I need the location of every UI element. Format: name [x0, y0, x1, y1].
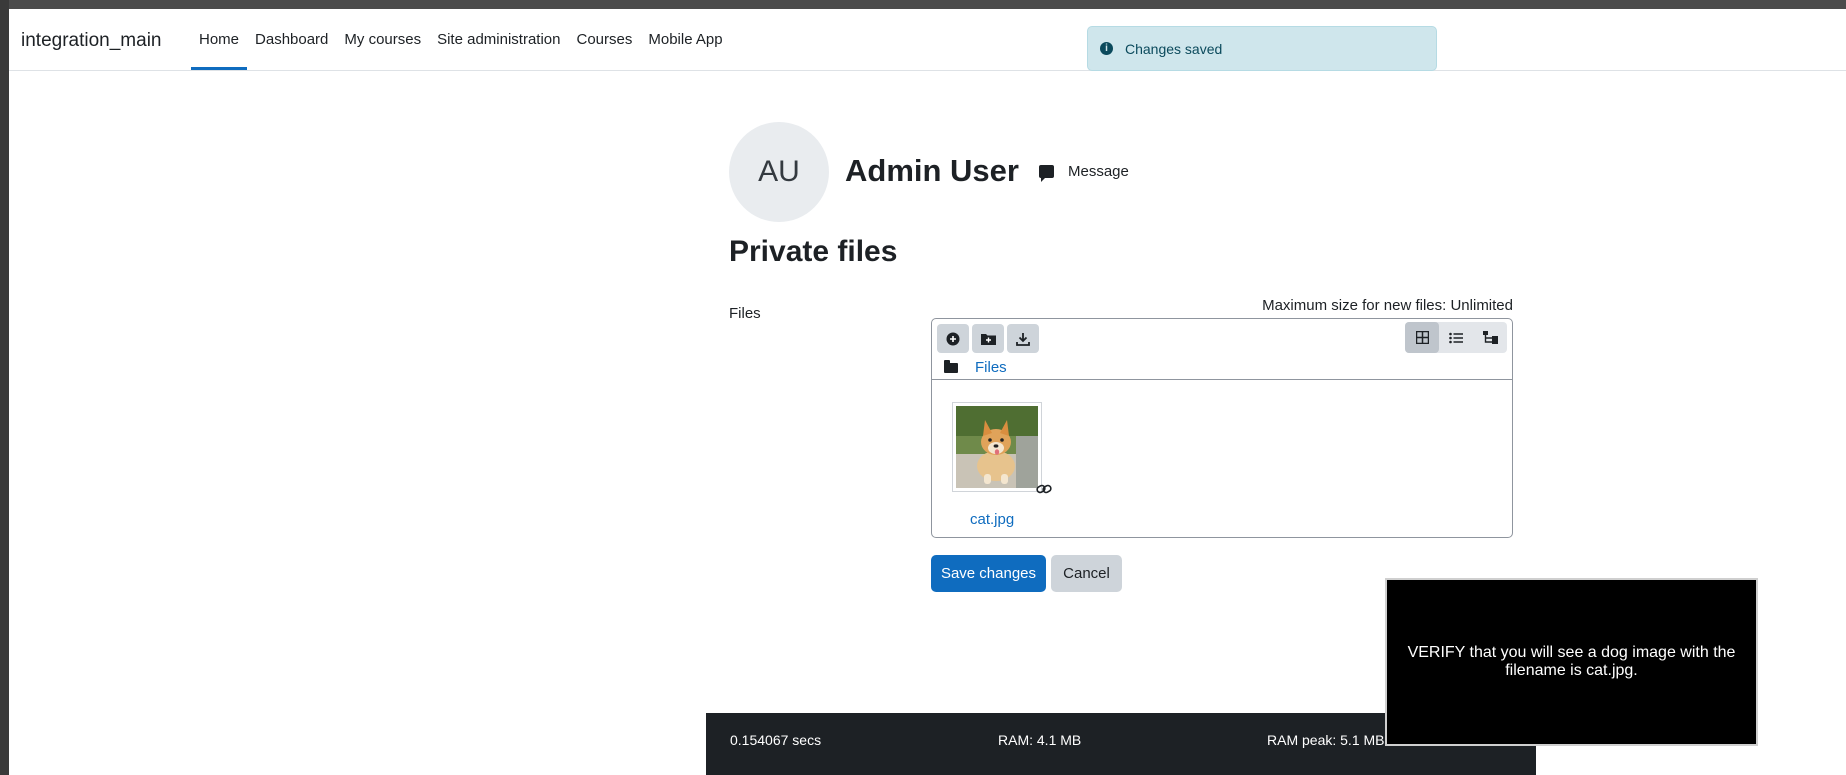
tree-view-button[interactable]: [1473, 322, 1507, 353]
info-icon: i: [1100, 42, 1113, 55]
create-folder-icon: [980, 334, 996, 345]
grid-view-icon: [1415, 331, 1429, 344]
folder-icon: [944, 359, 958, 373]
changes-saved-toast: i Changes saved: [1087, 26, 1437, 71]
footer-ram-peak: RAM peak: 5.1 MB: [1267, 732, 1385, 748]
message-button[interactable]: Message: [1039, 163, 1129, 182]
avatar: AU: [729, 122, 829, 222]
page-title: Private files: [729, 235, 898, 268]
window-left-edge: [0, 0, 9, 775]
list-view-button[interactable]: [1439, 322, 1473, 353]
nav-dashboard[interactable]: Dashboard: [247, 9, 336, 70]
window-top-strip: [0, 0, 1846, 9]
files-field-label: Files: [729, 305, 761, 322]
tree-view-icon: [1482, 331, 1498, 344]
view-switcher: [1405, 322, 1507, 353]
toast-text: Changes saved: [1125, 40, 1223, 57]
download-icon: [1016, 332, 1030, 346]
file-thumbnail[interactable]: [952, 402, 1042, 492]
breadcrumb: Files: [944, 359, 1007, 376]
verification-text: VERIFY that you will see a dog image wit…: [1407, 644, 1736, 679]
nav-courses[interactable]: Courses: [569, 9, 641, 70]
site-name[interactable]: integration_main: [21, 30, 161, 52]
download-button[interactable]: [1007, 324, 1039, 353]
verification-overlay: VERIFY that you will see a dog image wit…: [1385, 578, 1758, 746]
create-folder-button[interactable]: [972, 324, 1004, 353]
nav-site-administration[interactable]: Site administration: [429, 9, 568, 70]
add-file-icon: [946, 332, 960, 345]
grid-view-button[interactable]: [1405, 322, 1439, 353]
footer-ram: RAM: 4.1 MB: [998, 732, 1082, 748]
nav-home[interactable]: Home: [191, 9, 248, 70]
max-size-note: Maximum size for new files: Unlimited: [1262, 297, 1513, 314]
save-changes-button[interactable]: Save changes: [931, 555, 1046, 592]
add-file-button[interactable]: [937, 324, 969, 353]
primary-navigation: Home Dashboard My courses Site administr…: [191, 9, 731, 70]
nav-my-courses[interactable]: My courses: [336, 9, 429, 70]
nav-mobile-app[interactable]: Mobile App: [640, 9, 730, 70]
message-icon: [1039, 165, 1054, 182]
file-name-link[interactable]: cat.jpg: [970, 511, 1014, 528]
footer-time: 0.154067 secs: [730, 732, 822, 748]
alias-link-icon: [1036, 484, 1052, 494]
breadcrumb-files-link[interactable]: Files: [975, 359, 1007, 376]
message-label: Message: [1068, 163, 1129, 180]
dog-image: [956, 406, 1038, 488]
list-view-icon: [1449, 332, 1463, 343]
cancel-button[interactable]: Cancel: [1051, 555, 1122, 592]
divider: [932, 379, 1512, 380]
user-fullname: Admin User: [845, 153, 1019, 188]
file-manager: Files cat.jpg: [931, 318, 1513, 538]
top-navbar: integration_main Home Dashboard My cours…: [9, 9, 1846, 71]
